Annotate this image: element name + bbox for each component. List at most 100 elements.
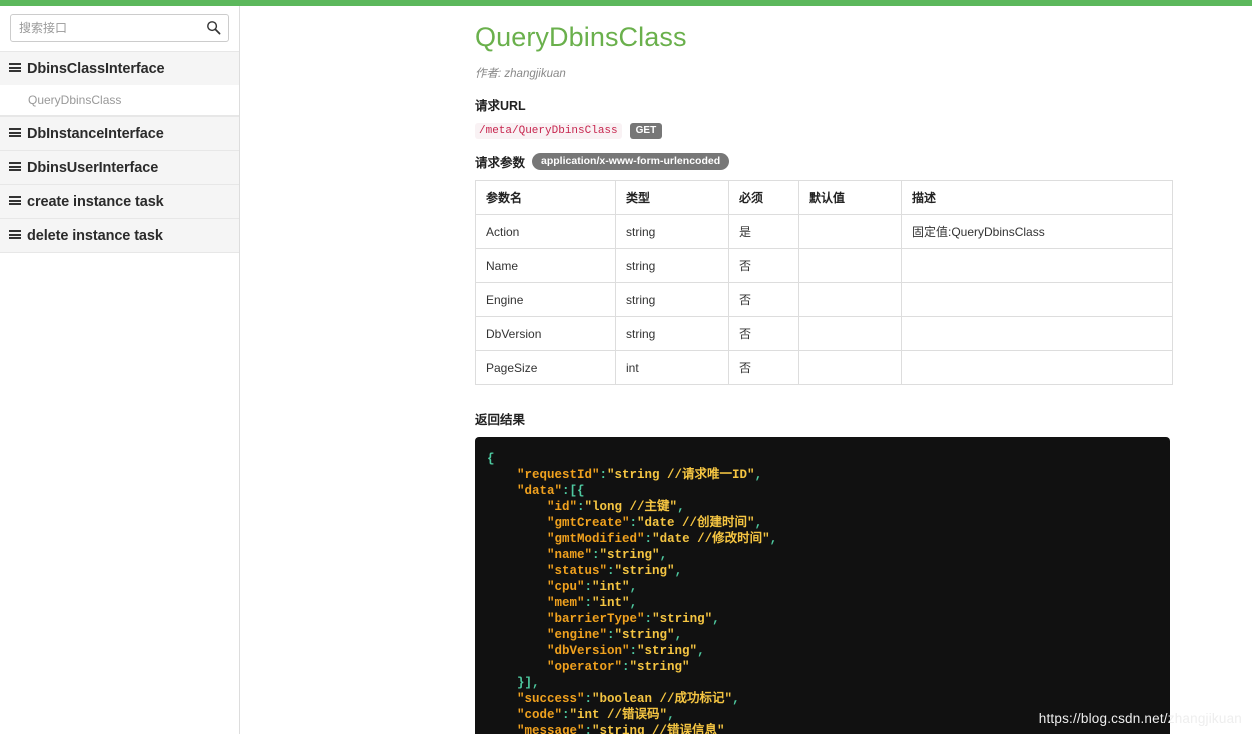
code-token: : [584, 596, 593, 610]
author-label: 作者: [475, 68, 502, 80]
sidebar-nav: DbinsClassInterface QueryDbinsClass DbInst… [0, 51, 239, 253]
table-cell: 否 [728, 316, 799, 351]
code-token: "name" [547, 548, 593, 562]
code-token: "cpu" [547, 580, 585, 594]
table-body: Action string 是固定值:QueryDbinsClass Name stri… [475, 214, 1173, 385]
table-header-cell: 描述 [901, 180, 1173, 215]
sidebar-group-label: DbinsClassInterface [27, 60, 165, 77]
table-cell: string [615, 316, 729, 351]
code-token: "int //错误码" [569, 708, 668, 722]
request-url-value: /meta/QueryDbinsClass [475, 123, 622, 139]
watermark: https://blog.csdn.net/zhangjikuan [1038, 711, 1242, 726]
sidebar: DbinsClassInterface QueryDbinsClass DbInst… [0, 6, 240, 734]
code-token: : [644, 532, 653, 546]
code-token: : [599, 468, 608, 482]
table-row: DbVersion string 否 [475, 316, 1173, 351]
code-token: : [607, 628, 615, 642]
code-token: : [607, 564, 615, 578]
table-cell: 否 [728, 350, 799, 385]
code-token: : [629, 516, 638, 530]
code-token: , [769, 532, 778, 546]
request-params-heading: 请求参数 application/x-www-form-urlencoded [475, 152, 1185, 171]
search-input[interactable] [10, 14, 229, 42]
main-content: QueryDbinsClass 作者: zhangjikuan 请求URL /m… [241, 6, 1252, 734]
code-token: , [674, 564, 683, 578]
code-token: "string" [629, 660, 690, 674]
code-token: "id" [547, 500, 578, 514]
table-cell: Action [475, 214, 616, 249]
table-cell: Engine [475, 282, 616, 317]
code-token: "string" [652, 612, 713, 626]
table-cell: PageSize [475, 350, 616, 385]
table-cell [798, 214, 902, 249]
sidebar-group-dbinsuserinterface[interactable]: DbinsUserInterface [0, 150, 239, 185]
table-header-cell: 必须 [728, 180, 799, 215]
code-token: "engine" [547, 628, 608, 642]
code-token: : [577, 500, 585, 514]
params-table: 参数名 类型 必须 默认值 描述 Action string 是固定值:QueryDbins… [475, 180, 1173, 385]
author-line: 作者: zhangjikuan [475, 65, 1185, 81]
code-token: : [584, 724, 593, 734]
sidebar-group-create-instance-task[interactable]: create instance task [0, 184, 239, 219]
code-token: "string //错误信息" [592, 724, 725, 734]
table-cell [798, 248, 902, 283]
table-header-cell: 参数名 [475, 180, 616, 215]
sidebar-group-dbinsclassinterface[interactable]: DbinsClassInterface [0, 51, 239, 86]
list-bars-icon [9, 162, 21, 173]
table-cell [798, 350, 902, 385]
page-title: QueryDbinsClass [475, 22, 687, 52]
code-token: "gmtModified" [547, 532, 645, 546]
sidebar-item-querydbinsclass[interactable]: QueryDbinsClass [0, 85, 239, 116]
code-token: "boolean //成功标记" [592, 692, 733, 706]
code-token: "dbVersion" [547, 644, 630, 658]
table-cell [901, 282, 1173, 317]
table-cell: 否 [728, 282, 799, 317]
request-url-heading: 请求URL [475, 95, 1185, 114]
code-token: "int" [592, 596, 630, 610]
code-token: , [712, 612, 720, 626]
search-box [0, 6, 239, 51]
code-token: "code" [517, 708, 563, 722]
code-token: "success" [517, 692, 585, 706]
code-token: , [629, 580, 638, 594]
table-cell: 否 [728, 248, 799, 283]
code-token: "operator" [547, 660, 623, 674]
code-token: , [667, 708, 675, 722]
result-heading: 返回结果 [475, 409, 1185, 428]
response-code-text: { "requestId":"string //请求唯一ID", "data":… [487, 451, 1154, 734]
list-bars-icon [9, 128, 21, 139]
http-method-badge: GET [629, 123, 663, 139]
code-token: "requestId" [517, 468, 600, 482]
code-token: : [644, 612, 653, 626]
code-token: "mem" [547, 596, 585, 610]
code-token: : [584, 580, 593, 594]
list-bars-icon [9, 230, 21, 241]
code-token: "string" [614, 564, 675, 578]
sidebar-group-delete-instance-task[interactable]: delete instance task [0, 218, 239, 253]
code-token: "string" [599, 548, 660, 562]
code-token: "date //修改时间" [652, 532, 770, 546]
result-heading-text: 返回结果 [475, 413, 526, 427]
code-token: : [562, 708, 570, 722]
list-bars-icon [9, 63, 21, 74]
table-cell: Name [475, 248, 616, 283]
api-doc: QueryDbinsClass 作者: zhangjikuan 请求URL /m… [475, 22, 1185, 734]
code-token: "barrierType" [547, 612, 645, 626]
code-token: : [629, 644, 638, 658]
code-token: , [732, 692, 740, 706]
code-token: }], [517, 676, 540, 690]
code-token: , [697, 644, 705, 658]
code-token: , [629, 596, 638, 610]
code-token: : [592, 548, 600, 562]
code-token: , [754, 516, 763, 530]
code-token: :[{ [562, 484, 585, 498]
table-row: Action string 是 固定值:QueryDbinsClass [475, 214, 1173, 249]
table-cell [798, 316, 902, 351]
code-token: , [659, 548, 668, 562]
code-token: "string" [637, 644, 698, 658]
table-row: Engine string 否 [475, 282, 1173, 317]
sidebar-group-label: DbinsUserInterface [27, 159, 159, 176]
sidebar-group-dbinstanceinterface[interactable]: DbInstanceInterface [0, 116, 239, 151]
author-name: zhangjikuan [504, 68, 566, 80]
sidebar-group-label: create instance task [27, 193, 164, 210]
